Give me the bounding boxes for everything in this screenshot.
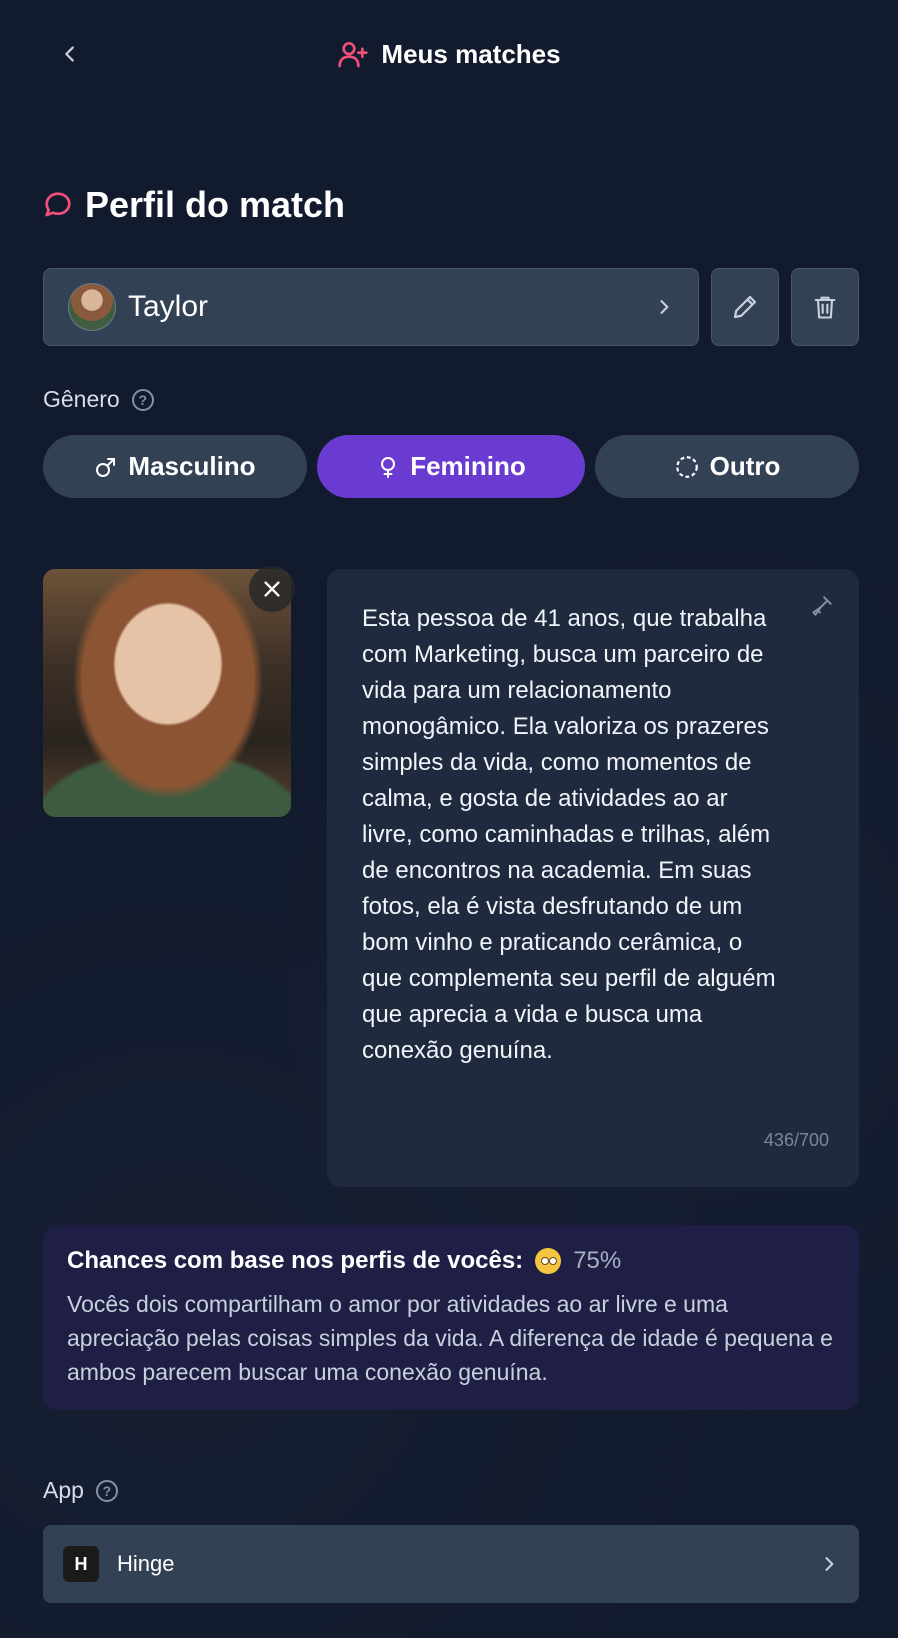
section-title: Perfil do match: [85, 184, 346, 225]
female-symbol-icon: [381, 456, 396, 478]
chances-header: Chances com base nos perfis de vocês: 75…: [67, 1247, 835, 1275]
smiling-face-icon: [535, 1248, 562, 1274]
chevron-right-icon: [660, 300, 669, 314]
header-title-group: Meus matches: [0, 36, 898, 72]
help-icon[interactable]: ?: [95, 1479, 118, 1502]
chances-percent: 75%: [573, 1247, 622, 1274]
app-name: Hinge: [117, 1551, 175, 1576]
match-chances-card: Chances com base nos perfis de vocês: 75…: [43, 1225, 859, 1410]
profile-photo: [43, 569, 291, 817]
close-icon: [264, 581, 280, 597]
header: Meus matches: [0, 0, 898, 110]
chances-title: Chances com base nos perfis de vocês:: [67, 1247, 524, 1274]
chances-description: Vocês dois compartilham o amor por ativi…: [67, 1291, 833, 1385]
hinge-logo-icon: H: [63, 1546, 99, 1582]
match-selector[interactable]: Taylor: [43, 268, 699, 346]
description-card: Esta pessoa de 41 anos, que trabalha com…: [327, 569, 859, 1187]
help-icon[interactable]: ?: [131, 388, 154, 411]
chat-bubble-icon: [45, 192, 71, 217]
gender-option-female[interactable]: Feminino: [317, 435, 585, 498]
male-symbol-icon: [96, 457, 116, 477]
edit-button[interactable]: [711, 268, 779, 346]
match-name: Taylor: [128, 290, 209, 323]
app-label-row: App ?: [43, 1477, 118, 1504]
delete-button[interactable]: [791, 268, 859, 346]
gender-option-male[interactable]: Masculino: [43, 435, 307, 498]
user-plus-icon: [338, 42, 369, 68]
gender-option-other[interactable]: Outro: [595, 435, 859, 498]
brush-icon: [812, 596, 832, 616]
remove-photo-button[interactable]: [249, 566, 295, 612]
avatar: [68, 283, 116, 331]
pencil-icon: [733, 295, 757, 319]
page-title: Meus matches: [381, 38, 561, 69]
clear-text-button[interactable]: [809, 593, 835, 624]
gender-label-row: Gênero ?: [43, 386, 154, 413]
trash-icon: [814, 296, 836, 319]
app-selector[interactable]: H Hinge: [43, 1525, 859, 1603]
chevron-right-icon: [825, 1557, 834, 1571]
dashed-circle-icon: [675, 455, 698, 478]
description-text[interactable]: Esta pessoa de 41 anos, que trabalha com…: [362, 601, 782, 1069]
section-header: Perfil do match: [43, 184, 345, 226]
character-counter: 436/700: [763, 1130, 829, 1150]
gender-option-label: Feminino: [410, 451, 526, 481]
gender-option-label: Outro: [709, 451, 781, 481]
gender-label: Gênero: [43, 386, 120, 412]
gender-option-label: Masculino: [128, 451, 256, 481]
app-label: App: [43, 1477, 84, 1503]
